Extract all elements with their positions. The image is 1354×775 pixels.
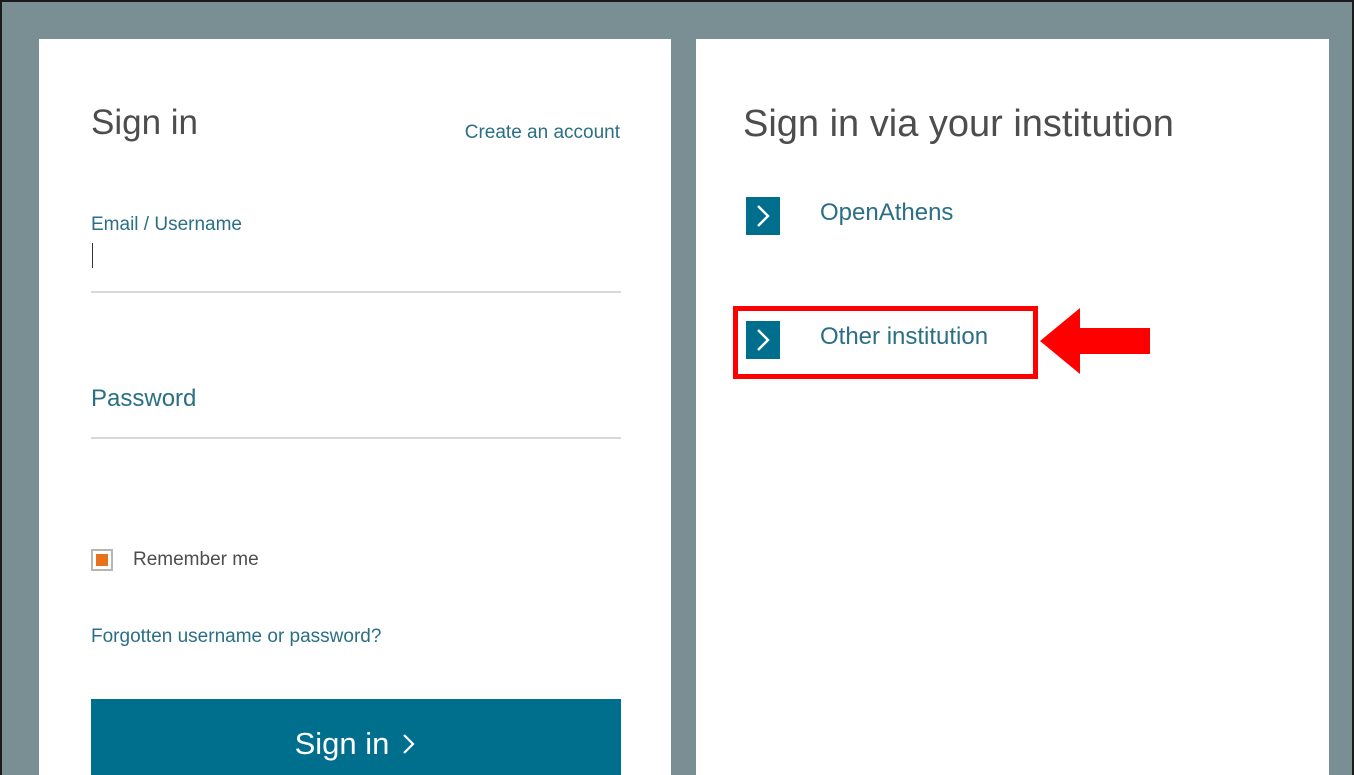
email-input[interactable] bbox=[91, 259, 621, 285]
openathens-label: OpenAthens bbox=[820, 199, 954, 226]
other-institution-link[interactable]: Other institution bbox=[746, 321, 988, 359]
checkbox-check-mark bbox=[96, 554, 108, 566]
openathens-link[interactable]: OpenAthens bbox=[746, 197, 953, 235]
email-label: Email / Username bbox=[91, 214, 242, 235]
institution-title: Sign in via your institution bbox=[743, 103, 1174, 145]
remember-me-checkbox[interactable] bbox=[91, 549, 113, 571]
chevron-right-icon bbox=[746, 321, 780, 359]
signin-panel: Sign in Create an account Email / Userna… bbox=[39, 39, 671, 775]
create-account-link[interactable]: Create an account bbox=[465, 122, 620, 144]
email-field: Email / Username bbox=[91, 211, 621, 293]
forgot-credentials-link[interactable]: Forgotten username or password? bbox=[91, 626, 381, 648]
other-institution-label: Other institution bbox=[820, 323, 989, 350]
chevron-right-icon bbox=[401, 731, 417, 757]
chevron-right-icon bbox=[746, 197, 780, 235]
password-field: Password bbox=[91, 379, 621, 439]
remember-me[interactable]: Remember me bbox=[91, 545, 259, 575]
signin-button[interactable]: Sign in bbox=[91, 699, 621, 775]
signin-button-label: Sign in bbox=[294, 726, 390, 761]
signin-title: Sign in bbox=[91, 103, 199, 142]
remember-me-label: Remember me bbox=[133, 549, 259, 570]
password-input[interactable] bbox=[91, 405, 621, 431]
institution-panel: Sign in via your institution OpenAthens … bbox=[696, 39, 1329, 775]
page-background: Sign in Create an account Email / Userna… bbox=[0, 0, 1354, 775]
